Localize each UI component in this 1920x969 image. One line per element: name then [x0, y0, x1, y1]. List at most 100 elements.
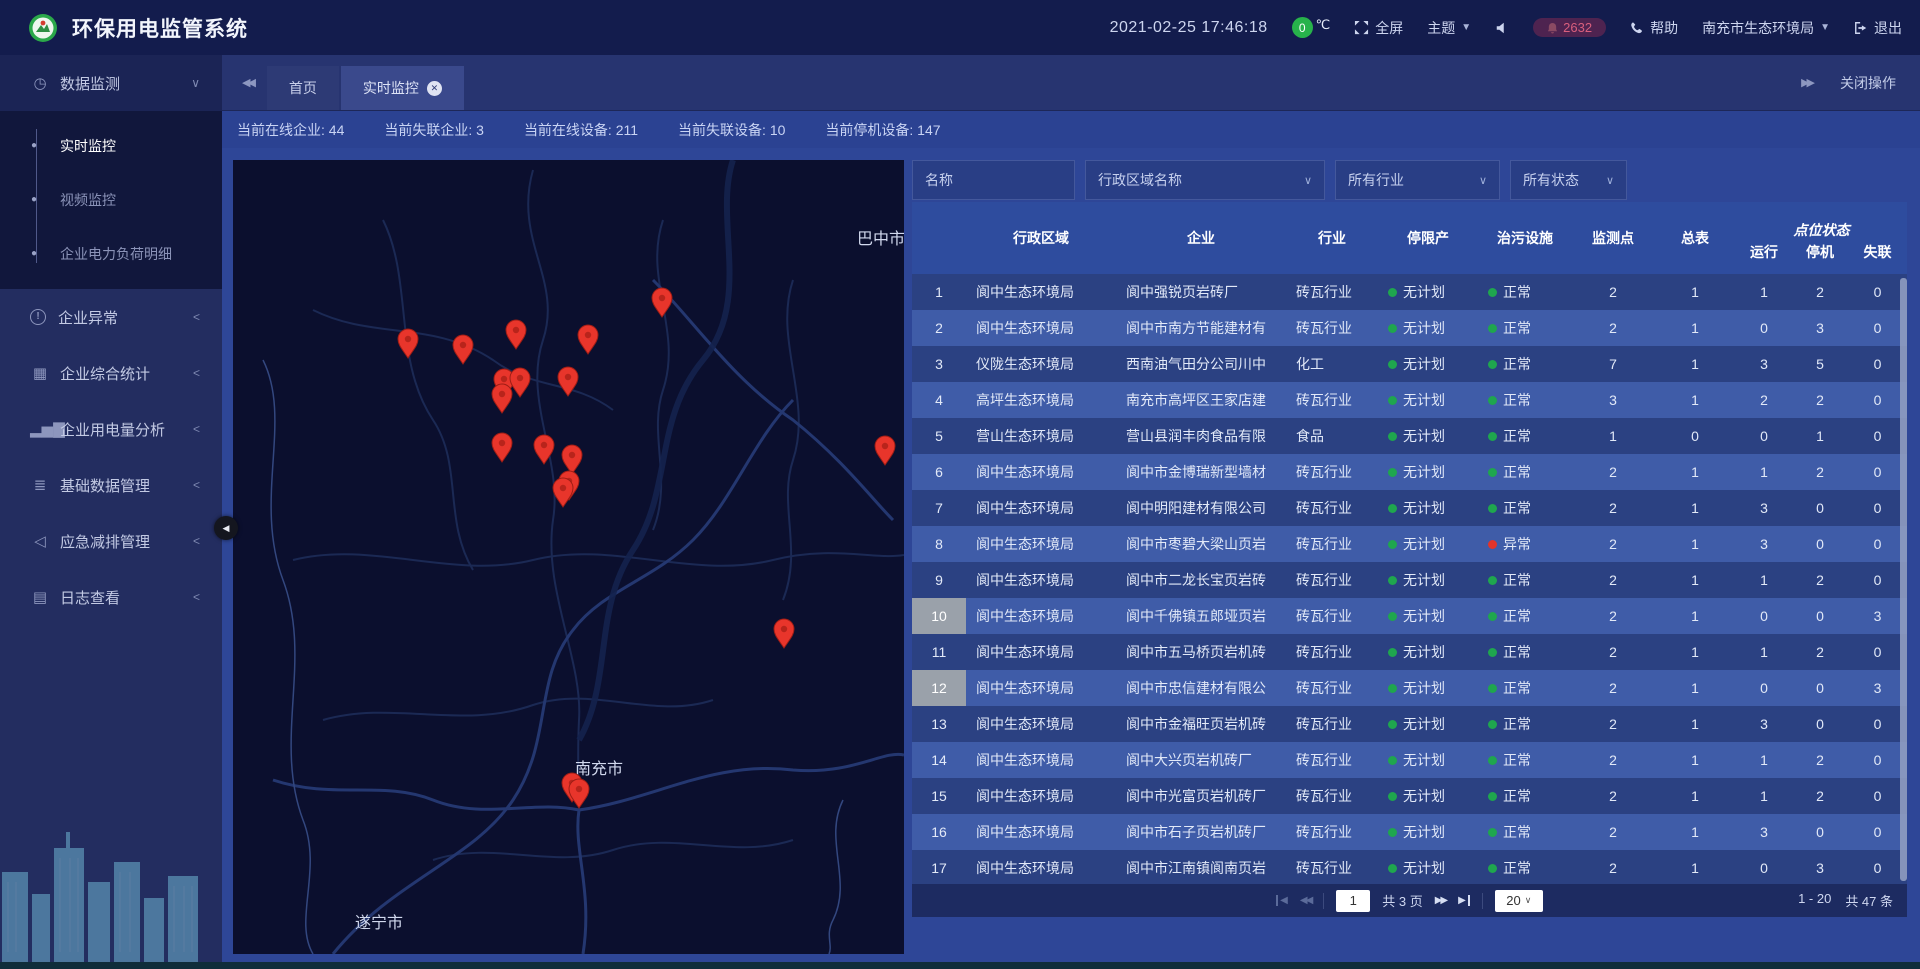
map-pin-icon[interactable] [875, 436, 895, 465]
map-pin-icon[interactable] [553, 478, 573, 507]
name-filter-input[interactable] [912, 160, 1075, 200]
cell-company: 阆中市金博瑞新型墙材 [1116, 454, 1286, 490]
chevron-down-icon: ∨ [1606, 174, 1614, 187]
status-dot-icon [1388, 504, 1397, 513]
map-collapse-handle[interactable]: ◀ [214, 516, 238, 540]
cell-stop-count: 0 [1792, 706, 1848, 742]
table-row[interactable]: 8阆中生态环境局阆中市枣碧大梁山页岩砖瓦行业无计划异常21300 [912, 526, 1907, 562]
user-org-menu[interactable]: 南充市生态环境局 ▼ [1702, 18, 1830, 38]
notification-badge[interactable]: 2632 [1533, 18, 1606, 37]
submenu-label: 企业电力负荷明细 [60, 244, 172, 264]
chevron-collapsed-icon: < [193, 478, 200, 492]
status-dot-icon [1488, 684, 1497, 693]
sidebar-subitem[interactable]: ●实时监控 [0, 119, 222, 173]
prev-page-button[interactable]: ◀◀ [1300, 895, 1311, 906]
table-row[interactable]: 6阆中生态环境局阆中市金博瑞新型墙材砖瓦行业无计划正常21120 [912, 454, 1907, 490]
menu-label: 日志查看 [60, 587, 120, 608]
sidebar-item[interactable]: ≣基础数据管理< [0, 457, 222, 513]
map-pin-icon[interactable] [506, 320, 526, 349]
status-dot-icon [1388, 324, 1397, 333]
sidebar-item[interactable]: ◁应急减排管理< [0, 513, 222, 569]
cell-facility-status: 正常 [1478, 310, 1572, 346]
first-page-button[interactable]: ◀ [1276, 895, 1288, 906]
logout-button[interactable]: 退出 [1854, 18, 1902, 38]
table-row[interactable]: 7阆中生态环境局阆中明阳建材有限公司砖瓦行业无计划正常21300 [912, 490, 1907, 526]
cell-company: 阆中市五马桥页岩机砖 [1116, 634, 1286, 670]
status-dot-icon [1488, 612, 1497, 621]
region-filter-select[interactable]: 行政区域名称 ∨ [1085, 160, 1325, 200]
cell-run-count: 1 [1736, 634, 1792, 670]
cell-industry: 砖瓦行业 [1286, 454, 1378, 490]
cell-region: 阆中生态环境局 [966, 634, 1116, 670]
app-window: 环保用电监管系统 2021-02-25 17:46:18 0 ℃ 全屏 主题 ▼ [0, 0, 1920, 969]
table-row[interactable]: 15阆中生态环境局阆中市光富页岩机砖厂砖瓦行业无计划正常21120 [912, 778, 1907, 814]
cell-limit-status: 无计划 [1378, 346, 1478, 382]
table-row[interactable]: 10阆中生态环境局阆中千佛镇五郎垭页岩砖瓦行业无计划正常21003 [912, 598, 1907, 634]
table-row[interactable]: 16阆中生态环境局阆中市石子页岩机砖厂砖瓦行业无计划正常21300 [912, 814, 1907, 850]
sidebar-item[interactable]: ◷数据监测∨ [0, 55, 222, 111]
cell-lost-count: 0 [1848, 274, 1907, 310]
cell-stop-count: 3 [1792, 850, 1848, 886]
tab-home[interactable]: 首页 [267, 66, 339, 110]
table-row[interactable]: 13阆中生态环境局阆中市金福旺页岩机砖砖瓦行业无计划正常21300 [912, 706, 1907, 742]
cell-stop-count: 2 [1792, 274, 1848, 310]
cell-facility-status: 正常 [1478, 418, 1572, 454]
map-pin-icon[interactable] [492, 433, 512, 462]
table-row[interactable]: 12阆中生态环境局阆中市忠信建材有限公砖瓦行业无计划正常21003 [912, 670, 1907, 706]
gis-map[interactable]: 巴中市南充市遂宁市 [233, 160, 904, 954]
table-row[interactable]: 11阆中生态环境局阆中市五马桥页岩机砖砖瓦行业无计划正常21120 [912, 634, 1907, 670]
table-row[interactable]: 3仪陇生态环境局西南油气田分公司川中化工无计划正常71350 [912, 346, 1907, 382]
map-pin-icon[interactable] [492, 384, 512, 413]
col-industry-header: 行业 [1286, 202, 1378, 274]
cell-monitor-count: 2 [1572, 706, 1654, 742]
table-row[interactable]: 14阆中生态环境局阆中大兴页岩机砖厂砖瓦行业无计划正常21120 [912, 742, 1907, 778]
tab-scroll-left-icon[interactable]: ◀◀ [222, 76, 267, 89]
cell-region: 阆中生态环境局 [966, 814, 1116, 850]
table-row[interactable]: 17阆中生态环境局阆中市江南镇阆南页岩砖瓦行业无计划正常21030 [912, 850, 1907, 886]
sidebar-subitem[interactable]: ●企业电力负荷明细 [0, 227, 222, 281]
page-size-select[interactable]: 20 ∨ [1495, 890, 1543, 912]
sidebar-item[interactable]: ▤日志查看< [0, 569, 222, 625]
map-pin-icon[interactable] [510, 368, 530, 397]
map-pin-icon[interactable] [774, 619, 794, 648]
map-pin-icon[interactable] [578, 325, 598, 354]
table-row[interactable]: 1阆中生态环境局阆中强锐页岩砖厂砖瓦行业无计划正常21120 [912, 274, 1907, 310]
chevron-collapsed-icon: < [193, 590, 200, 604]
industry-filter-select[interactable]: 所有行业 ∨ [1335, 160, 1500, 200]
sound-mute-button[interactable] [1495, 21, 1509, 35]
fullscreen-button[interactable]: 全屏 [1354, 18, 1403, 38]
tab-close-icon[interactable]: ✕ [427, 81, 442, 96]
sidebar-subitem[interactable]: ●视频监控 [0, 173, 222, 227]
col-meter-header: 总表 [1654, 202, 1736, 274]
next-page-button[interactable]: ▶▶ [1435, 895, 1446, 906]
help-button[interactable]: 帮助 [1630, 18, 1678, 38]
close-operations-button[interactable]: 关闭操作 [1840, 73, 1896, 93]
theme-menu-button[interactable]: 主题 ▼ [1427, 18, 1471, 38]
page-number-input[interactable] [1336, 890, 1370, 912]
last-page-button[interactable]: ▶ [1458, 895, 1470, 906]
sidebar-item[interactable]: ▦企业综合统计< [0, 345, 222, 401]
table-row[interactable]: 2阆中生态环境局阆中市南方节能建材有砖瓦行业无计划正常21030 [912, 310, 1907, 346]
cell-industry: 砖瓦行业 [1286, 742, 1378, 778]
cell-lost-count: 0 [1848, 562, 1907, 598]
cell-stop-count: 2 [1792, 634, 1848, 670]
table-row[interactable]: 5营山生态环境局营山县润丰肉食品有限食品无计划正常10010 [912, 418, 1907, 454]
map-pin-icon[interactable] [652, 288, 672, 317]
table-row[interactable]: 4高坪生态环境局南充市高坪区王家店建砖瓦行业无计划正常31220 [912, 382, 1907, 418]
tab-scroll-right-icon[interactable]: ▶▶ [1801, 76, 1812, 89]
map-pin-icon[interactable] [398, 329, 418, 358]
cell-region: 阆中生态环境局 [966, 742, 1116, 778]
sidebar-item[interactable]: !企业异常< [0, 289, 222, 345]
table-row[interactable]: 9阆中生态环境局阆中市二龙长宝页岩砖砖瓦行业无计划正常21120 [912, 562, 1907, 598]
map-pin-icon[interactable] [562, 445, 582, 474]
cell-industry: 砖瓦行业 [1286, 814, 1378, 850]
map-pin-icon[interactable] [453, 335, 473, 364]
tab-realtime-monitor[interactable]: 实时监控 ✕ [341, 66, 464, 110]
status-dot-icon [1388, 828, 1397, 837]
table-scrollbar[interactable] [1900, 278, 1907, 881]
map-pin-icon[interactable] [569, 779, 589, 808]
cell-run-count: 0 [1736, 418, 1792, 454]
sidebar-item[interactable]: ▂▅▇企业用电量分析< [0, 401, 222, 457]
status-filter-select[interactable]: 所有状态 ∨ [1510, 160, 1627, 200]
cell-meter-count: 1 [1654, 526, 1736, 562]
